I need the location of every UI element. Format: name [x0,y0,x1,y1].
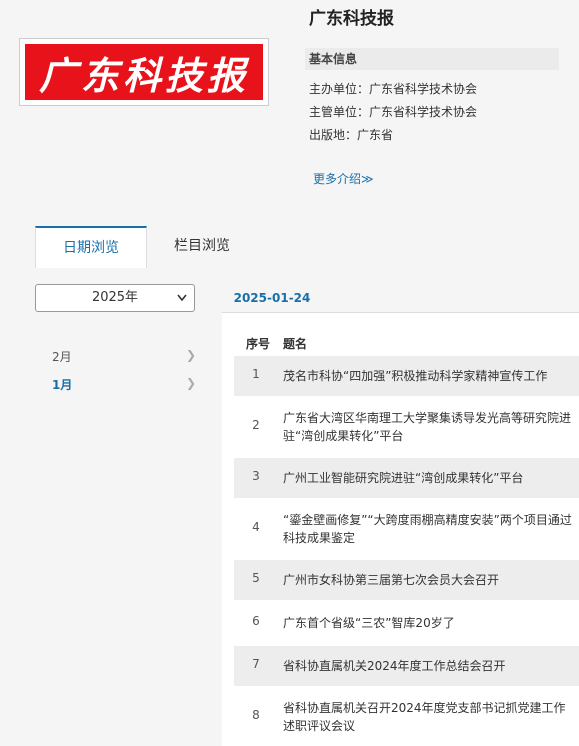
month-label: 2月 [52,350,72,364]
row-title-link[interactable]: 省科协直属机关召开2024年度党支部书记抓党建工作述职评议会议 [283,699,573,735]
column-header-title: 题名 [283,337,308,351]
row-title-link[interactable]: 茂名市科协“四加强”积极推动科学家精神宣传工作 [283,367,573,385]
chevron-right-icon: ❯ [186,376,197,390]
sponsor-row: 主办单位：广东省科学技术协会 [309,80,477,97]
location-row: 出版地：广东省 [309,126,393,143]
browse-tabs: 日期浏览 栏目浏览 [0,222,579,269]
location-label: 出版地： [309,128,358,142]
row-no: 4 [252,520,260,534]
tab-column-browse[interactable]: 栏目浏览 [160,226,244,268]
column-header-no: 序号 [246,337,271,351]
table-row[interactable]: 5 广州市女科协第三届第七次会员大会召开 [234,560,579,600]
logo-text: 广东科技报 [38,52,249,98]
row-no: 2 [252,418,260,432]
browse-content: 2025年 2月 ❯ 1月 ❯ 2025-01-24 序号 题名 1 茂名市科协… [0,268,579,746]
row-no: 8 [252,708,260,722]
tab-date-browse[interactable]: 日期浏览 [35,226,147,269]
year-select-value: 2025年 [91,290,139,305]
table-row[interactable]: 3 广州工业智能研究院进驻“湾创成果转化”平台 [234,458,579,498]
more-intro-link[interactable]: 更多介绍≫ [313,170,374,187]
table-row[interactable]: 1 茂名市科协“四加强”积极推动科学家精神宣传工作 [234,356,579,396]
year-select[interactable]: 2025年 [35,284,195,312]
row-no: 6 [252,614,260,628]
month-item-jan[interactable]: 1月 ❯ [52,376,196,393]
month-item-feb[interactable]: 2月 ❯ [52,348,196,365]
location-value: 广东省 [357,128,394,142]
supervisor-row: 主管单位：广东省科学技术协会 [309,103,477,120]
magazine-logo: 广东科技报 [25,44,263,100]
supervisor-value: 广东省科学技术协会 [369,105,478,119]
month-label: 1月 [52,378,73,392]
sponsor-label: 主办单位： [309,82,370,96]
table-row[interactable]: 6 广东首个省级“三农”智库20岁了 [234,602,579,644]
row-no: 3 [252,469,260,483]
table-row[interactable]: 4 “鎏金壁画修复”“大跨度雨棚高精度安装”两个项目通过科技成果鉴定 [234,500,579,558]
info-heading: 基本信息 [305,48,559,70]
row-no: 5 [252,571,260,585]
row-title-link[interactable]: 广州工业智能研究院进驻“湾创成果转化”平台 [283,469,573,487]
chevron-down-icon [176,285,188,320]
magazine-title: 广东科技报 [309,9,394,29]
row-title-link[interactable]: 省科协直属机关2024年度工作总结会召开 [283,657,573,675]
row-no: 7 [252,657,260,671]
row-no: 1 [252,367,260,381]
sponsor-value: 广东省科学技术协会 [369,82,478,96]
table-row[interactable]: 7 省科协直属机关2024年度工作总结会召开 [234,646,579,686]
date-tab[interactable]: 2025-01-24 [222,284,322,314]
chevron-right-icon: ❯ [186,348,197,362]
article-table: 序号 题名 1 茂名市科协“四加强”积极推动科学家精神宣传工作 2 广东省大湾区… [222,313,579,746]
table-row[interactable]: 2 广东省大湾区华南理工大学聚集诱导发光高等研究院进驻“湾创成果转化”平台 [234,398,579,456]
supervisor-label: 主管单位： [309,105,370,119]
table-row[interactable]: 8 省科协直属机关召开2024年度党支部书记抓党建工作述职评议会议 [234,688,579,746]
row-title-link[interactable]: 广东首个省级“三农”智库20岁了 [283,614,573,632]
magazine-cover[interactable]: 广东科技报 [19,38,269,106]
row-title-link[interactable]: “鎏金壁画修复”“大跨度雨棚高精度安装”两个项目通过科技成果鉴定 [283,511,573,547]
row-title-link[interactable]: 广东省大湾区华南理工大学聚集诱导发光高等研究院进驻“湾创成果转化”平台 [283,409,573,445]
row-title-link[interactable]: 广州市女科协第三届第七次会员大会召开 [283,571,573,589]
magazine-header: 广东科技报 广东科技报 基本信息 主办单位：广东省科学技术协会 主管单位：广东省… [0,0,579,222]
